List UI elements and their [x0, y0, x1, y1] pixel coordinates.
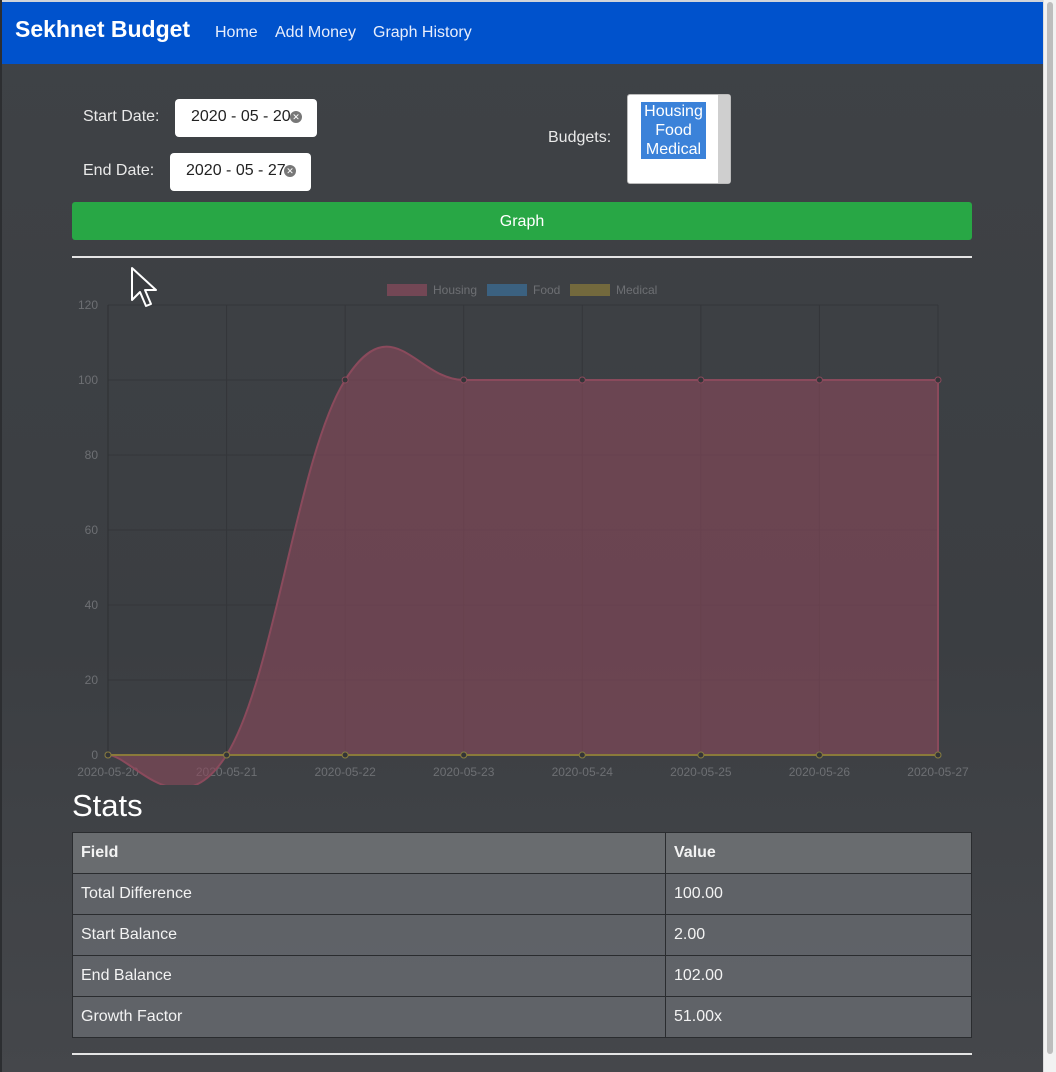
budgets-multiselect[interactable]: Housing Food Medical — [627, 94, 731, 184]
y-tick-label: 0 — [91, 748, 98, 762]
legend-swatch — [570, 284, 610, 296]
x-tick-label: 2020-05-26 — [789, 765, 851, 779]
nav-add-money[interactable]: Add Money — [275, 24, 356, 42]
data-point — [815, 376, 823, 384]
select-scrollbar[interactable] — [718, 95, 730, 183]
y-tick-label: 120 — [78, 298, 98, 312]
budgets-label: Budgets: — [548, 129, 612, 146]
data-point — [815, 751, 823, 759]
header-field: Field — [72, 832, 666, 874]
y-tick-label: 60 — [85, 523, 99, 537]
series-area-housing — [107, 345, 939, 785]
data-point — [934, 751, 942, 759]
data-point — [460, 376, 468, 384]
legend-label: Food — [533, 283, 560, 297]
row-value: 102.00 — [665, 955, 972, 997]
legend-label: Housing — [433, 283, 477, 297]
x-tick-label: 2020-05-24 — [552, 765, 614, 779]
page-scrollbar[interactable] — [1043, 0, 1056, 1072]
table-header-row: Field Value — [72, 832, 972, 874]
row-field: End Balance — [72, 955, 666, 997]
y-tick-label: 40 — [85, 598, 99, 612]
legend-label: Medical — [616, 283, 657, 297]
end-date-label: End Date: — [83, 162, 155, 179]
y-tick-label: 20 — [85, 673, 99, 687]
data-point — [578, 376, 586, 384]
row-field: Start Balance — [72, 914, 666, 956]
nav-home[interactable]: Home — [215, 24, 258, 42]
table-row: Start Balance 2.00 — [72, 914, 972, 956]
y-tick-label: 80 — [85, 448, 99, 462]
clear-icon[interactable]: ✕ — [290, 111, 302, 123]
table-row: Total Difference 100.00 — [72, 873, 972, 915]
stats-title: Stats — [72, 788, 143, 823]
table-row: End Balance 102.00 — [72, 955, 972, 997]
end-date-value: 2020 - 05 - 27 — [186, 162, 286, 179]
stats-table: Field Value Total Difference 100.00 Star… — [72, 832, 972, 1038]
legend-swatch — [487, 284, 527, 296]
end-date-input[interactable]: 2020 - 05 - 27 ✕ — [170, 153, 311, 191]
start-date-input[interactable]: 2020 - 05 - 20 ✕ — [175, 99, 317, 137]
legend-swatch — [387, 284, 427, 296]
start-date-label: Start Date: — [83, 108, 160, 125]
budget-option-housing[interactable]: Housing — [641, 102, 706, 121]
clear-icon[interactable]: ✕ — [284, 165, 296, 177]
row-field: Total Difference — [72, 873, 666, 915]
data-point — [697, 751, 705, 759]
row-field: Growth Factor — [72, 996, 666, 1038]
x-tick-label: 2020-05-20 — [77, 765, 139, 779]
row-value: 100.00 — [665, 873, 972, 915]
data-point — [934, 376, 942, 384]
data-point — [578, 751, 586, 759]
nav-graph-history[interactable]: Graph History — [373, 24, 472, 42]
budget-options: Housing Food Medical — [641, 102, 706, 159]
row-value: 2.00 — [665, 914, 972, 956]
data-point — [223, 751, 231, 759]
y-tick-label: 100 — [78, 373, 98, 387]
table-row: Growth Factor 51.00x — [72, 996, 972, 1038]
data-point — [104, 751, 112, 759]
data-point — [697, 376, 705, 384]
data-point — [460, 751, 468, 759]
start-date-value: 2020 - 05 - 20 — [191, 108, 291, 125]
x-tick-label: 2020-05-25 — [670, 765, 732, 779]
divider — [72, 1053, 972, 1055]
scrollbar-thumb[interactable] — [1047, 2, 1053, 1054]
header-value: Value — [665, 832, 972, 874]
navbar: Sekhnet Budget Home Add Money Graph Hist… — [2, 0, 1043, 64]
budget-option-medical[interactable]: Medical — [641, 140, 706, 159]
data-point — [341, 751, 349, 759]
budget-chart: 0204060801001202020-05-20 2020-05-21 2020-… — [77, 283, 969, 785]
data-point — [341, 376, 349, 384]
brand-logo[interactable]: Sekhnet Budget — [15, 16, 190, 43]
row-value: 51.00x — [665, 996, 972, 1038]
graph-button[interactable]: Graph — [72, 202, 972, 240]
x-tick-label: 2020-05-27 — [907, 765, 969, 779]
divider — [72, 256, 972, 258]
budget-option-food[interactable]: Food — [641, 121, 706, 140]
x-tick-label: 2020-05-22 — [314, 765, 376, 779]
mouse-cursor-icon — [131, 267, 157, 307]
x-tick-label: 2020-05-23 — [433, 765, 495, 779]
